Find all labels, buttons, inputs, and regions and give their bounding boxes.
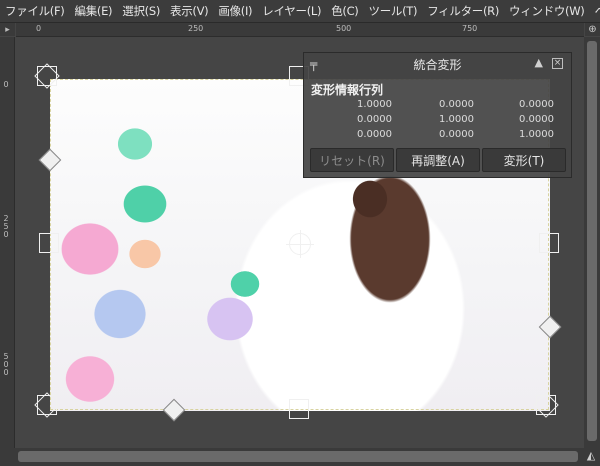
unified-transform-dialog: 統合変形 ╤ ▲ × 変形情報行列 1.0000 0.0000 0.0000 0… <box>303 52 572 178</box>
zoom-icon: ⊕ <box>588 24 597 35</box>
vertical-scrollbar-thumb[interactable] <box>587 41 597 441</box>
ruler-label: 750 <box>462 24 478 33</box>
ruler-label: 0 <box>36 24 42 33</box>
transform-button[interactable]: 変形(T) <box>482 148 566 172</box>
matrix-cell: 0.0000 <box>519 114 554 125</box>
matrix-cell: 0.0000 <box>357 129 392 140</box>
scale-handle-right[interactable] <box>539 233 559 253</box>
matrix-cell: 0.0000 <box>519 99 554 110</box>
matrix-row: 0.0000 0.0000 1.0000 <box>304 129 571 143</box>
menu-windows[interactable]: ウィンドウ(W) <box>504 0 589 22</box>
matrix-cell: 0.0000 <box>439 129 474 140</box>
vertical-ruler[interactable]: 0 250 500 <box>0 37 15 448</box>
matrix-cell: 0.0000 <box>357 114 392 125</box>
menu-help[interactable]: ヘルプ(H) <box>590 0 600 22</box>
menu-bar: ファイル(F) 編集(E) 選択(S) 表示(V) 画像(I) レイヤー(L) … <box>0 0 600 23</box>
move-up-icon[interactable]: ▲ <box>535 56 543 69</box>
matrix-row: 1.0000 0.0000 0.0000 <box>304 99 571 113</box>
horizontal-scrollbar-thumb[interactable] <box>18 451 578 462</box>
dialog-title: 統合変形 <box>413 57 462 72</box>
menu-color[interactable]: 色(C) <box>326 0 363 22</box>
readjust-button[interactable]: 再調整(A) <box>396 148 480 172</box>
horizontal-scrollbar[interactable]: ◭ <box>0 448 600 466</box>
zoom-fit-button[interactable]: ⊕ <box>585 23 600 36</box>
menu-filters[interactable]: フィルター(R) <box>422 0 504 22</box>
matrix-row: 0.0000 1.0000 0.0000 <box>304 114 571 128</box>
ruler-label: 250 <box>3 214 9 239</box>
menu-tools[interactable]: ツール(T) <box>364 0 423 22</box>
close-icon[interactable]: × <box>552 58 563 69</box>
horizontal-ruler[interactable]: 0 250 500 750 <box>16 23 584 37</box>
matrix-section-label: 変形情報行列 <box>311 83 384 97</box>
ruler-label: 500 <box>336 24 352 33</box>
vertical-scrollbar[interactable] <box>584 37 600 448</box>
arrow-right-icon: ▸ <box>5 24 10 35</box>
reset-button[interactable]: リセット(R) <box>310 148 394 172</box>
menu-file[interactable]: ファイル(F) <box>0 0 70 22</box>
matrix-cell: 0.0000 <box>439 99 474 110</box>
scale-handle-bottom[interactable] <box>289 399 309 419</box>
ruler-label: 250 <box>188 24 204 33</box>
matrix-cell: 1.0000 <box>439 114 474 125</box>
menu-view[interactable]: 表示(V) <box>165 0 213 22</box>
scale-handle-left[interactable] <box>39 233 59 253</box>
menu-select[interactable]: 選択(S) <box>117 0 165 22</box>
menu-image[interactable]: 画像(I) <box>213 0 257 22</box>
menu-edit[interactable]: 編集(E) <box>70 0 118 22</box>
unified-transform-icon: ╤ <box>310 57 318 71</box>
navigate-icon[interactable]: ◭ <box>584 449 598 463</box>
quick-mask-toggle[interactable]: ▸ <box>0 23 15 36</box>
ruler-label: 500 <box>3 352 9 377</box>
pivot-handle[interactable] <box>286 230 314 258</box>
menu-layer[interactable]: レイヤー(L) <box>257 0 326 22</box>
matrix-cell: 1.0000 <box>519 129 554 140</box>
ruler-label: 0 <box>3 80 9 89</box>
matrix-cell: 1.0000 <box>357 99 392 110</box>
